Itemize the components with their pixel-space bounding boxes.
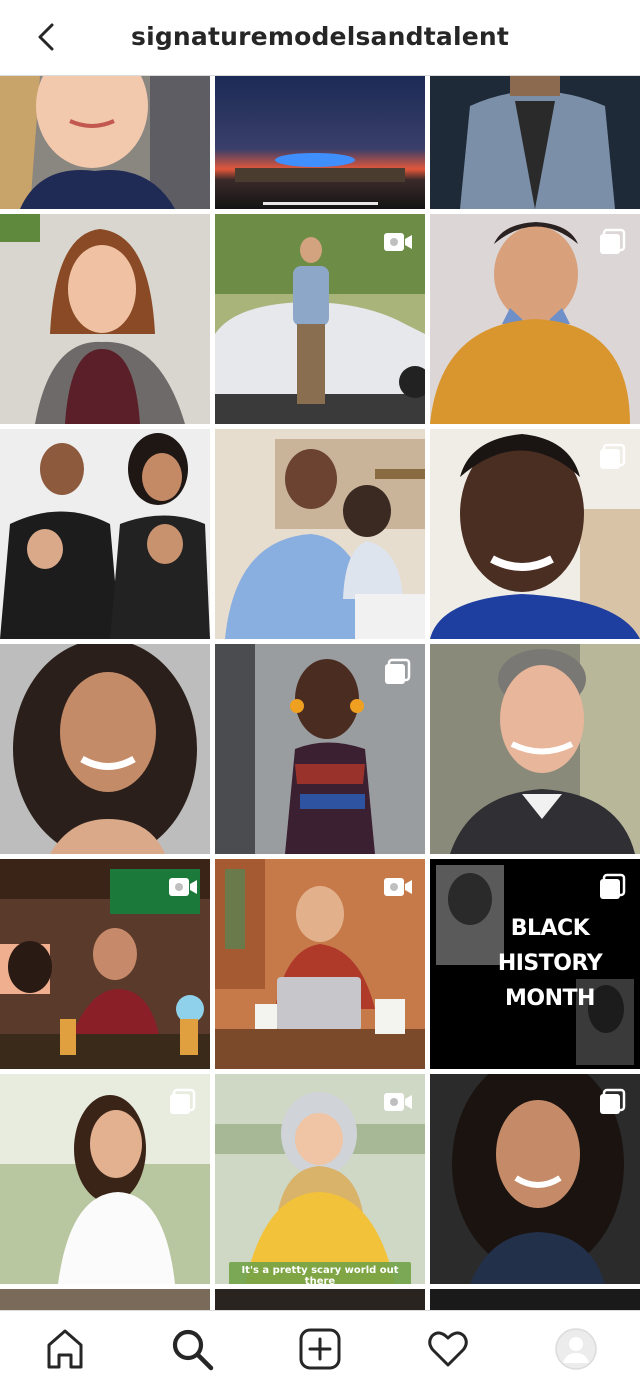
carousel-badge-icon	[385, 658, 411, 684]
nav-search[interactable]	[170, 1327, 214, 1371]
grid-post[interactable]	[430, 1074, 640, 1284]
grid-post[interactable]	[0, 1289, 210, 1310]
grid-post[interactable]	[0, 859, 210, 1069]
video-badge-icon	[384, 1093, 412, 1111]
grid-post[interactable]	[215, 214, 425, 424]
nav-home[interactable]	[43, 1327, 87, 1371]
grid-post[interactable]	[430, 1289, 640, 1310]
nav-activity[interactable]	[426, 1327, 470, 1371]
grid-post[interactable]	[215, 1289, 425, 1310]
carousel-badge-icon	[170, 1088, 196, 1114]
grid-post[interactable]	[0, 644, 210, 854]
nav-new-post[interactable]	[298, 1327, 342, 1371]
video-badge-icon	[384, 878, 412, 896]
bottom-nav	[0, 1310, 640, 1386]
photo-girl-portrait	[0, 76, 210, 209]
grid-post[interactable]	[215, 76, 425, 209]
grid-post[interactable]	[0, 1074, 210, 1284]
home-icon	[47, 1329, 83, 1369]
carousel-badge-icon	[600, 873, 626, 899]
photo-father-daughter	[215, 429, 425, 639]
grid-post[interactable]	[430, 76, 640, 209]
video-caption: It's a pretty scary world out there	[229, 1262, 411, 1284]
photo-woman-curly-hair	[0, 644, 210, 854]
grid-post[interactable]	[430, 429, 640, 639]
grid-post[interactable]: It's a pretty scary world out there	[215, 1074, 425, 1284]
grid-post[interactable]	[430, 644, 640, 854]
grid-post[interactable]	[0, 76, 210, 209]
grid-post[interactable]	[215, 644, 425, 854]
search-icon	[172, 1329, 214, 1371]
profile-username: signaturemodelsandtalent	[130, 22, 510, 51]
grid-post[interactable]	[215, 859, 425, 1069]
top-bar: signaturemodelsandtalent	[0, 0, 640, 76]
grid-post[interactable]: BLACK HISTORY MONTH	[430, 859, 640, 1069]
carousel-badge-icon	[600, 1088, 626, 1114]
photo-family	[0, 429, 210, 639]
video-badge-icon	[384, 233, 412, 251]
activity-heart-icon	[428, 1331, 468, 1367]
photo-man-gray-hair	[430, 644, 640, 854]
grid-post[interactable]	[430, 214, 640, 424]
profile-avatar	[555, 1328, 597, 1370]
grid-post[interactable]	[0, 429, 210, 639]
black-history-month-text: BLACK HISTORY MONTH	[497, 916, 603, 1011]
grid-post[interactable]	[0, 214, 210, 424]
photo-stadium-night	[215, 76, 425, 209]
photo-denim-jacket	[430, 76, 640, 209]
carousel-badge-icon	[600, 443, 626, 469]
nav-profile[interactable]	[554, 1327, 598, 1371]
photo-man-long-hair	[0, 214, 210, 424]
grid-post[interactable]	[215, 429, 425, 639]
new-post-icon	[299, 1328, 341, 1370]
carousel-badge-icon	[600, 228, 626, 254]
video-badge-icon	[169, 878, 197, 896]
post-grid: BLACK HISTORY MONTH It's a pretty scary …	[0, 76, 640, 1310]
